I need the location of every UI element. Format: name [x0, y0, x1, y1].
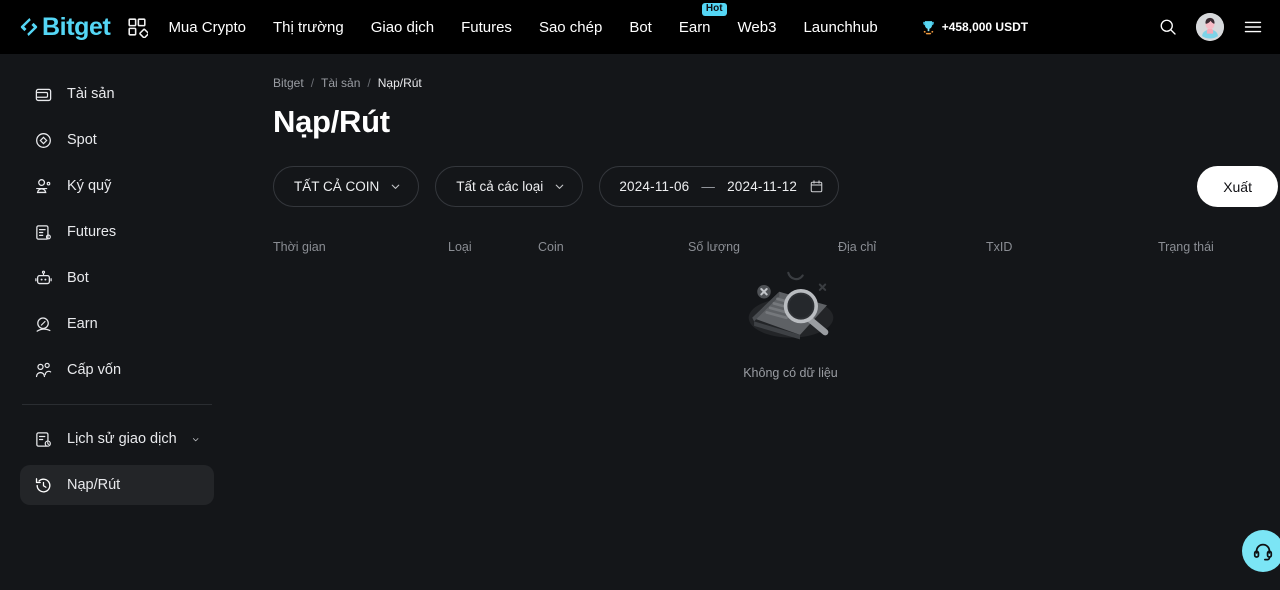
column-header-trang-thai: Trạng thái [1158, 240, 1214, 254]
column-header-thoi-gian: Thời gian [273, 240, 326, 254]
wallet-icon [35, 88, 52, 101]
nav-item-launchhub[interactable]: Launchhub [803, 19, 877, 36]
filter-toolbar: TẤT CẢ COIN Tất cả các loại 2024-11-06 —… [273, 166, 1278, 207]
nav-item-mua-crypto[interactable]: Mua Crypto [168, 19, 246, 36]
nav-label: Futures [461, 18, 512, 36]
sidebar-item-label: Lịch sử giao dịch [67, 431, 177, 447]
nav-item-web3[interactable]: Web3 [738, 19, 777, 36]
nav-label: Launchhub [803, 18, 878, 36]
earn-coin-icon [36, 316, 51, 332]
sidebar-divider [22, 404, 212, 405]
nav-label: Earn [678, 18, 711, 36]
sidebar-item-label: Nạp/Rút [67, 477, 121, 493]
sidebar-item-spot[interactable]: Spot [20, 120, 214, 160]
history-doc-icon [36, 431, 51, 447]
coin-filter-dropdown[interactable]: TẤT CẢ COIN [273, 166, 420, 207]
hamburger-menu-icon[interactable] [1242, 17, 1264, 37]
left-sidebar: Tài sản Spot Ký quỹ Futures Bot Earn Cấp… [0, 54, 234, 590]
bitget-logo-mark [20, 18, 38, 36]
nav-label: Giao dịch [370, 18, 435, 36]
breadcrumb: Bitget / Tài sản / Nạp/Rút [273, 76, 1278, 90]
trophy-icon [922, 20, 934, 34]
breadcrumb-item-tai-san[interactable]: Tài sản [321, 76, 360, 90]
breadcrumb-separator: / [310, 76, 315, 90]
promo-amount-label: +458,000 USDT [941, 20, 1029, 34]
futures-doc-icon [36, 224, 51, 240]
sidebar-item-cap-von[interactable]: Cấp vốn [20, 350, 214, 390]
empty-state-text: Không có dữ liệu [743, 366, 838, 380]
nav-item-futures[interactable]: Futures [461, 19, 512, 36]
no-data-document-magnifier-icon [748, 271, 833, 340]
date-range-picker[interactable]: 2024-11-06 — 2024-11-12 [599, 166, 840, 207]
breadcrumb-item-bitget[interactable]: Bitget [273, 76, 304, 90]
header-actions [1158, 0, 1264, 54]
support-chat-button[interactable] [1242, 530, 1280, 572]
sidebar-item-futures[interactable]: Futures [20, 212, 214, 252]
sidebar-item-label: Ký quỹ [67, 178, 112, 194]
main-navigation: Mua Crypto Thị trường Giao dịch Futures … [168, 2, 878, 36]
funding-people-icon [35, 362, 52, 377]
sidebar-item-tai-san[interactable]: Tài sản [20, 74, 214, 114]
sidebar-item-label: Bot [67, 270, 89, 286]
column-header-dia-chi: Địa chỉ [838, 240, 877, 254]
sidebar-item-label: Spot [67, 132, 97, 148]
coin-filter-value: TẤT CẢ COIN [294, 179, 380, 194]
spot-diamond-icon [36, 132, 51, 148]
date-range-end: 2024-11-12 [727, 179, 798, 194]
column-header-txid: TxID [986, 240, 1013, 254]
nav-label: Mua Crypto [168, 18, 246, 36]
nav-item-sao-chep[interactable]: Sao chép [539, 19, 602, 36]
page-title: Nạp/Rút [273, 104, 390, 139]
sidebar-item-bot[interactable]: Bot [20, 258, 214, 298]
robot-icon [35, 270, 52, 284]
bitget-logo-text: Bitget [42, 12, 111, 41]
nav-item-bot[interactable]: Bot [629, 19, 652, 36]
nav-item-earn[interactable]: Earn Hot [678, 2, 727, 36]
chevron-down-icon[interactable] [191, 433, 200, 446]
calendar-icon [810, 180, 823, 193]
main-content: Bitget / Tài sản / Nạp/Rút Nạp/Rút TẤT C… [234, 54, 1280, 590]
sidebar-item-nap-rut[interactable]: Nạp/Rút [20, 465, 214, 505]
grid-apps-icon[interactable] [126, 16, 149, 38]
nav-label: Sao chép [538, 18, 603, 36]
margin-scale-icon [36, 178, 51, 193]
sidebar-item-earn[interactable]: Earn [20, 304, 214, 344]
date-range-dash: — [701, 179, 716, 194]
nav-label: Bot [629, 18, 652, 36]
sidebar-item-label: Futures [67, 224, 117, 240]
search-icon[interactable] [1158, 17, 1178, 37]
sidebar-item-lich-su-giao-dich[interactable]: Lịch sử giao dịch [20, 419, 214, 459]
sidebar-item-label: Earn [67, 316, 98, 332]
breadcrumb-item-nap-rut: Nạp/Rút [377, 76, 422, 90]
headset-support-icon [1253, 543, 1273, 561]
date-range-start: 2024-11-06 [619, 179, 690, 194]
export-button[interactable]: Xuất [1197, 166, 1278, 207]
type-filter-dropdown[interactable]: Tất cả các loại [435, 166, 584, 207]
column-header-loai: Loại [448, 240, 472, 254]
sidebar-item-label: Cấp vốn [67, 362, 122, 378]
type-filter-value: Tất cả các loại [456, 179, 544, 194]
breadcrumb-separator: / [367, 76, 371, 90]
user-avatar[interactable] [1196, 13, 1224, 41]
nav-label: Web3 [737, 18, 777, 36]
hot-badge: Hot [701, 2, 727, 16]
nav-item-giao-dich[interactable]: Giao dịch [371, 19, 434, 36]
column-header-coin: Coin [538, 240, 564, 254]
chevron-down-icon [556, 184, 564, 189]
empty-state: Không có dữ liệu [273, 262, 1278, 380]
table-header-row: Thời gian Loại Coin Số lượng Địa chỉ TxI… [273, 240, 1278, 254]
column-header-so-luong: Số lượng [688, 240, 741, 254]
bitget-logo[interactable]: Bitget [18, 12, 111, 41]
deposit-withdraw-icon [35, 477, 51, 493]
chevron-down-icon [391, 184, 400, 189]
nav-label: Thị trường [272, 18, 344, 36]
sidebar-item-label: Tài sản [67, 86, 115, 102]
sidebar-item-ky-quy[interactable]: Ký quỹ [20, 166, 214, 206]
top-header-bar: Bitget Mua Crypto Thị trường Giao dịch F… [0, 0, 1280, 54]
nav-item-thi-truong[interactable]: Thị trường [273, 19, 344, 36]
promo-reward-banner[interactable]: +458,000 USDT [920, 19, 1028, 36]
